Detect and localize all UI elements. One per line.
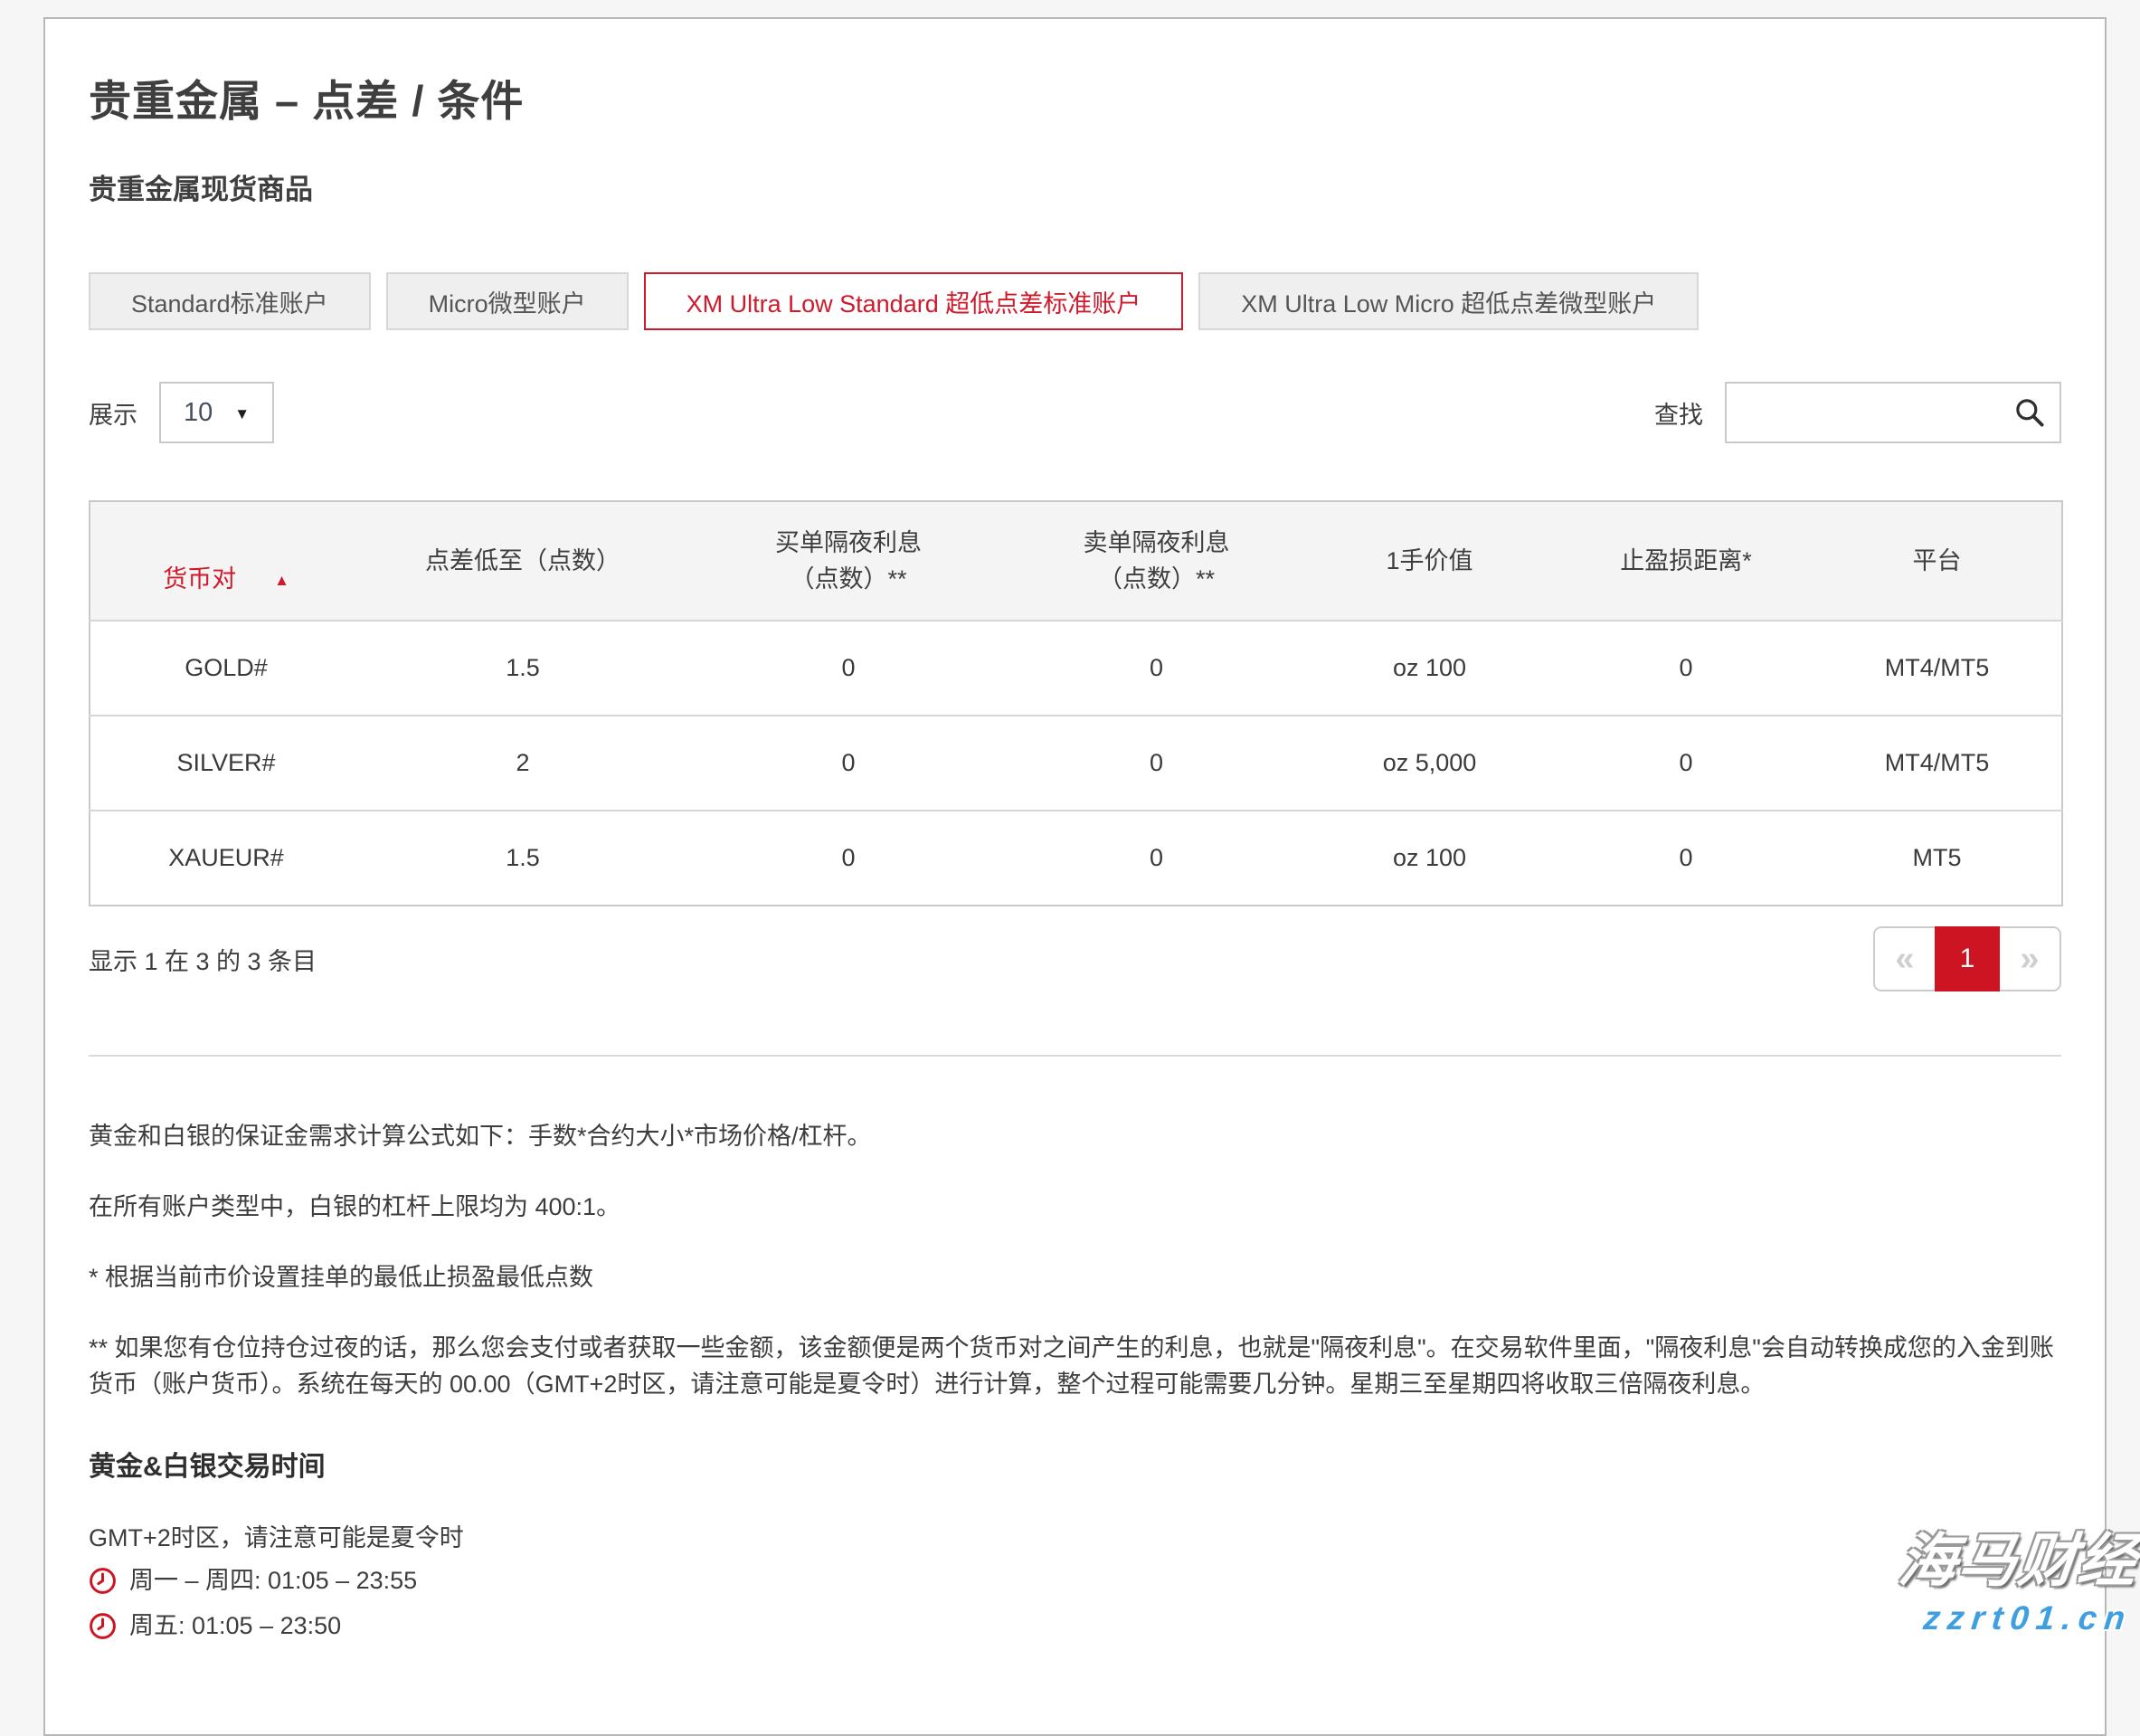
- column-header-symbol[interactable]: 货币对 ▲: [90, 501, 362, 621]
- cell-spread: 1.5: [362, 811, 684, 906]
- page-title: 贵重金属 – 点差 / 条件: [89, 66, 2061, 128]
- schedule-line: 周一 – 周四: 01:05 – 23:55: [89, 1562, 2061, 1598]
- tab-label: XM Ultra Low Standard 超低点差标准账户: [687, 284, 1141, 319]
- cell-spread: 2: [362, 716, 684, 811]
- search-input[interactable]: [1727, 384, 2060, 441]
- cell-limit-stop: 0: [1559, 811, 1813, 906]
- table-footer: 显示 1 在 3 的 3 条目 « 1 »: [89, 926, 2061, 991]
- entries-summary: 显示 1 在 3 的 3 条目: [89, 942, 317, 977]
- clock-icon: [89, 1567, 117, 1595]
- pagination-next-button[interactable]: »: [2000, 926, 2061, 991]
- column-header-spread[interactable]: 点差低至（点数）: [362, 501, 684, 621]
- chevron-down-icon: ▼: [234, 402, 250, 423]
- show-label: 展示: [89, 395, 137, 431]
- cell-swap-short: 0: [1013, 716, 1300, 811]
- chevrons-left-icon: «: [1895, 940, 1914, 979]
- cell-limit-stop: 0: [1559, 716, 1813, 811]
- tab-ultra-low-micro[interactable]: XM Ultra Low Micro 超低点差微型账户: [1198, 272, 1699, 330]
- chevrons-right-icon: »: [2020, 940, 2039, 979]
- page-size-select[interactable]: 10 ▼: [159, 382, 274, 443]
- cell-platform: MT4/MT5: [1813, 716, 2062, 811]
- table-row: GOLD# 1.5 0 0 oz 100 0 MT4/MT5: [90, 621, 2062, 716]
- page-subtitle: 贵重金属现货商品: [89, 166, 2061, 207]
- instruments-table: 货币对 ▲ 点差低至（点数） 买单隔夜利息 （点数）** 卖单隔夜利息 （点数）*…: [89, 500, 2063, 906]
- pagination: « 1 »: [1873, 926, 2061, 991]
- cell-swap-long: 0: [684, 716, 1013, 811]
- cell-platform: MT4/MT5: [1813, 621, 2062, 716]
- search-icon: [2012, 395, 2047, 430]
- sort-asc-icon: ▲: [274, 572, 289, 589]
- search-box: [1725, 382, 2061, 443]
- cell-lot-value: oz 100: [1300, 811, 1559, 906]
- table-controls: 展示 10 ▼ 查找: [89, 382, 2061, 443]
- schedule-text: 周五: 01:05 – 23:50: [129, 1608, 341, 1644]
- cell-swap-short: 0: [1013, 811, 1300, 906]
- cell-symbol: GOLD#: [90, 621, 362, 716]
- page-size-value: 10: [184, 398, 213, 428]
- column-header-swap-short[interactable]: 卖单隔夜利息 （点数）**: [1013, 501, 1300, 621]
- column-header-swap-long[interactable]: 买单隔夜利息 （点数）**: [684, 501, 1013, 621]
- timezone-note: GMT+2时区，请注意可能是夏令时: [89, 1518, 2061, 1553]
- search-label: 查找: [1654, 395, 1703, 431]
- leverage-note: 在所有账户类型中，白银的杠杆上限均为 400:1。: [89, 1189, 2061, 1225]
- tab-label: Standard标准账户: [131, 284, 328, 319]
- account-type-tabs: Standard标准账户 Micro微型账户 XM Ultra Low Stan…: [89, 272, 2061, 330]
- pagination-prev-button[interactable]: «: [1873, 926, 1935, 991]
- tab-standard[interactable]: Standard标准账户: [89, 272, 371, 330]
- section-divider: [89, 1055, 2061, 1057]
- margin-formula-note: 黄金和白银的保证金需求计算公式如下：手数*合约大小*市场价格/杠杆。: [89, 1118, 2061, 1154]
- cell-swap-long: 0: [684, 811, 1013, 906]
- cell-limit-stop: 0: [1559, 621, 1813, 716]
- tab-label: Micro微型账户: [429, 284, 586, 319]
- watermark-site: zzrt01.cn: [1891, 1599, 2134, 1637]
- cell-spread: 1.5: [362, 621, 684, 716]
- content-card: 贵重金属 – 点差 / 条件 贵重金属现货商品 Standard标准账户 Mic…: [43, 17, 2107, 1736]
- limit-stop-note: * 根据当前市价设置挂单的最低止损盈最低点数: [89, 1259, 2061, 1295]
- cell-symbol: XAUEUR#: [90, 811, 362, 906]
- cell-swap-long: 0: [684, 621, 1013, 716]
- clock-icon: [89, 1612, 117, 1640]
- pagination-page-1[interactable]: 1: [1935, 926, 2000, 991]
- schedule-line: 周五: 01:05 – 23:50: [89, 1608, 2061, 1644]
- column-header-limit-stop[interactable]: 止盈损距离*: [1559, 501, 1813, 621]
- cell-lot-value: oz 100: [1300, 621, 1559, 716]
- tab-label: XM Ultra Low Micro 超低点差微型账户: [1241, 284, 1656, 319]
- cell-platform: MT5: [1813, 811, 2062, 906]
- trading-hours-heading: 黄金&白银交易时间: [89, 1444, 2061, 1484]
- watermark-brand: 海马财经: [1895, 1514, 2140, 1598]
- watermark: 海马财经 zzrt01.cn: [1891, 1514, 2140, 1637]
- tab-ultra-low-standard[interactable]: XM Ultra Low Standard 超低点差标准账户: [644, 272, 1184, 330]
- column-header-label: 货币对: [163, 565, 236, 593]
- table-row: SILVER# 2 0 0 oz 5,000 0 MT4/MT5: [90, 716, 2062, 811]
- cell-swap-short: 0: [1013, 621, 1300, 716]
- table-header-row: 货币对 ▲ 点差低至（点数） 买单隔夜利息 （点数）** 卖单隔夜利息 （点数）*…: [90, 501, 2062, 621]
- cell-lot-value: oz 5,000: [1300, 716, 1559, 811]
- column-header-platform[interactable]: 平台: [1813, 501, 2062, 621]
- cell-symbol: SILVER#: [90, 716, 362, 811]
- schedule-text: 周一 – 周四: 01:05 – 23:55: [129, 1562, 417, 1598]
- swap-note: ** 如果您有仓位持仓过夜的话，那么您会支付或者获取一些金额，该金额便是两个货币…: [89, 1330, 2061, 1402]
- table-row: XAUEUR# 1.5 0 0 oz 100 0 MT5: [90, 811, 2062, 906]
- column-header-lot-value[interactable]: 1手价值: [1300, 501, 1559, 621]
- tab-micro[interactable]: Micro微型账户: [386, 272, 629, 330]
